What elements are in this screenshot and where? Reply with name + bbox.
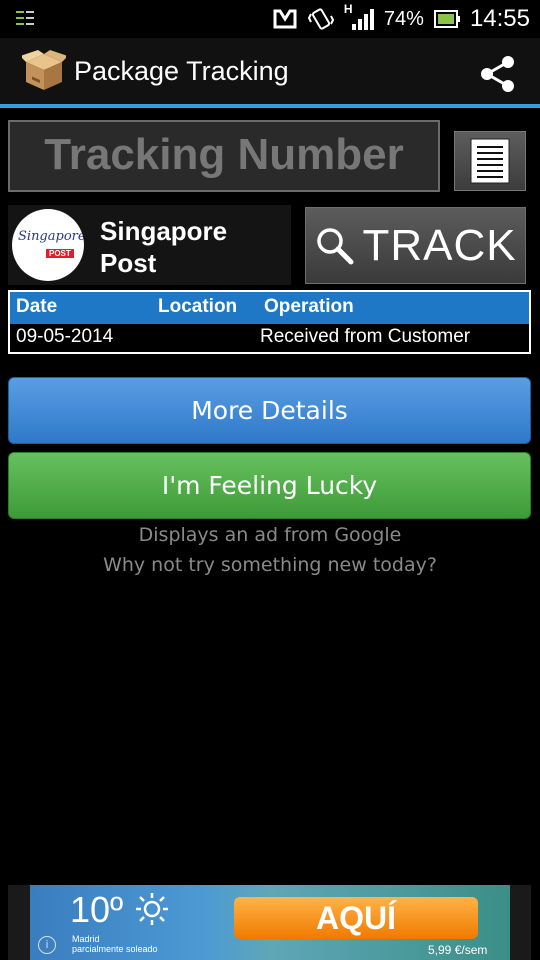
battery-icon <box>433 10 460 28</box>
table-header-date: Date <box>16 296 58 317</box>
table-row[interactable]: 09-05-2014 Received from Customer <box>10 324 529 352</box>
ad-condition: parcialmente soleado <box>72 944 158 954</box>
logo-text: Singapore <box>18 229 84 244</box>
carrier-selector[interactable]: Singapore POST Singapore Post <box>8 205 291 285</box>
more-details-button[interactable]: More Details <box>8 377 531 444</box>
battery-percent: 74% <box>383 7 424 30</box>
table-header-row: Date Location Operation <box>10 292 529 324</box>
search-icon <box>317 227 354 264</box>
clock: 14:55 <box>469 5 530 32</box>
feeling-lucky-button[interactable]: I'm Feeling Lucky <box>8 452 531 519</box>
action-bar: Package Tracking <box>0 38 540 108</box>
tracking-table: Date Location Operation 09-05-2014 Recei… <box>8 290 531 354</box>
singapore-post-logo: Singapore POST <box>12 209 84 281</box>
clipboard-icon <box>470 138 510 184</box>
signal-icon <box>351 9 374 30</box>
nfc-icon <box>273 9 297 29</box>
ad-price: 5,99 €/sem <box>428 943 488 957</box>
app-title: Package Tracking <box>74 56 289 86</box>
info-icon[interactable]: i <box>38 936 56 954</box>
table-cell-date: 09-05-2014 <box>16 326 114 347</box>
tracking-number-input[interactable]: Tracking Number <box>8 120 440 192</box>
share-icon[interactable] <box>478 54 518 94</box>
track-button-label: TRACK <box>362 220 517 270</box>
vibrate-icon <box>307 8 334 30</box>
ad-temperature: 10º <box>70 889 124 930</box>
track-button[interactable]: TRACK <box>305 207 526 284</box>
carrier-name: Singapore Post <box>100 216 228 278</box>
paste-clipboard-button[interactable] <box>454 131 526 191</box>
ad-cta-button[interactable]: AQUÍ <box>234 897 478 939</box>
signal-indicator: H <box>344 2 374 32</box>
logo-subtext: POST <box>46 249 74 258</box>
ad-banner[interactable]: 10º Madrid parcialmente soleado i AQUÍ 5… <box>30 885 510 960</box>
ad-city: Madrid <box>72 934 100 944</box>
hint-line-1: Displays an ad from Google <box>138 524 402 546</box>
table-header-location: Location <box>158 296 238 317</box>
download-notification-icon <box>16 11 34 25</box>
package-box-icon[interactable] <box>22 50 66 94</box>
sun-icon <box>136 893 168 925</box>
table-header-operation: Operation <box>264 296 354 317</box>
status-bar: H 74% 14:55 <box>0 0 540 38</box>
ad-location: Madrid parcialmente soleado <box>72 934 158 954</box>
hint-line-2: Why not try something new today? <box>103 554 437 576</box>
table-cell-operation: Received from Customer <box>260 326 471 347</box>
